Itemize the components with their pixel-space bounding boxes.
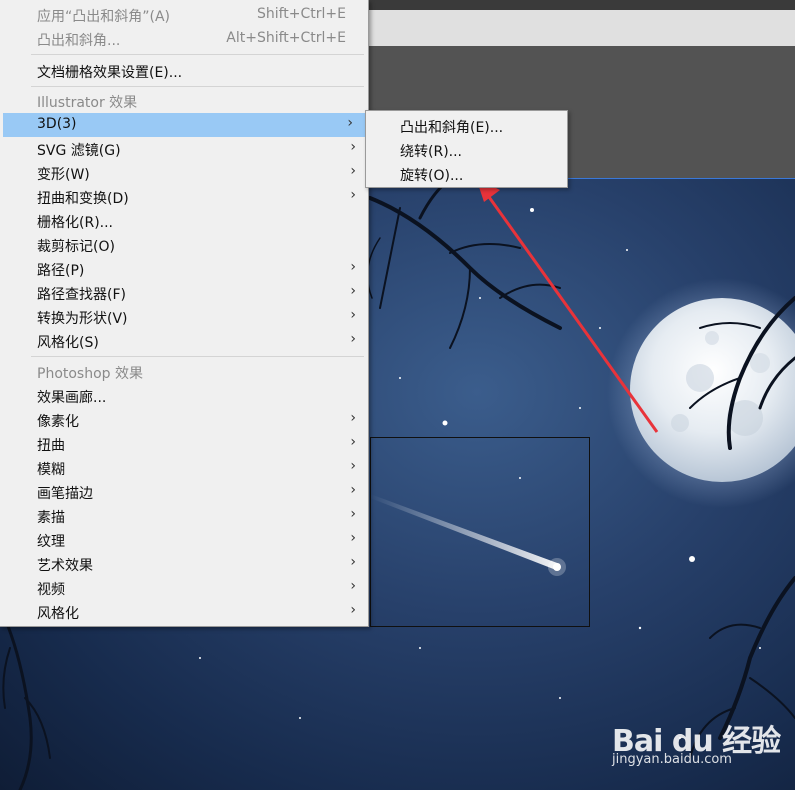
menu-item-label: 凸出和斜角... — [37, 33, 121, 49]
chevron-right-icon: › — [350, 139, 356, 155]
menu-section-header-illustrator: Illustrator 效果 — [0, 89, 368, 113]
menu-item-blur[interactable]: 模糊 › — [0, 456, 368, 480]
menu-item-label: 效果画廊... — [37, 390, 107, 406]
watermark-url: jingyan.baidu.com — [612, 752, 732, 767]
menu-item-distort-transform[interactable]: 扭曲和变换(D) › — [0, 185, 368, 209]
menu-separator — [31, 54, 364, 55]
menu-item-stylize-illustrator[interactable]: 风格化(S) › — [0, 329, 368, 353]
menu-item-svg-filters[interactable]: SVG 滤镜(G) › — [0, 137, 368, 161]
menu-item-shortcut: Alt+Shift+Ctrl+E — [226, 30, 346, 46]
menu-item-label: 转换为形状(V) — [37, 311, 128, 327]
menu-item-label: 裁剪标记(O) — [37, 239, 115, 255]
submenu-item-revolve[interactable]: 绕转(R)... — [366, 138, 567, 162]
menu-item-label: 凸出和斜角(E)... — [400, 120, 504, 136]
chevron-right-icon: › — [350, 602, 356, 618]
menu-separator — [31, 86, 364, 87]
menu-item-texture[interactable]: 纹理 › — [0, 528, 368, 552]
menu-item-label: 画笔描边 — [37, 486, 93, 502]
menu-item-label: 扭曲 — [37, 438, 65, 454]
menu-item-video[interactable]: 视频 › — [0, 576, 368, 600]
menu-item-stylize-photoshop[interactable]: 风格化 › — [0, 600, 368, 624]
effects-menu: 应用“凸出和斜角”(A) Shift+Ctrl+E 凸出和斜角... Alt+S… — [0, 0, 369, 627]
menu-item-artistic[interactable]: 艺术效果 › — [0, 552, 368, 576]
chevron-right-icon: › — [350, 578, 356, 594]
menu-item-shortcut: Shift+Ctrl+E — [256, 6, 346, 22]
chevron-right-icon: › — [350, 410, 356, 426]
menu-item-label: 模糊 — [37, 462, 65, 478]
menu-section-header-photoshop: Photoshop 效果 — [0, 360, 368, 384]
menu-item-label: SVG 滤镜(G) — [37, 143, 121, 159]
menu-separator — [31, 356, 364, 357]
menu-item-label: 路径(P) — [37, 263, 85, 279]
chevron-right-icon: › — [350, 283, 356, 299]
chevron-right-icon: › — [350, 530, 356, 546]
menu-item-label: 应用“凸出和斜角”(A) — [37, 9, 171, 25]
chevron-right-icon: › — [350, 458, 356, 474]
menu-item-label: 绕转(R)... — [400, 144, 463, 160]
menu-item-label: 艺术效果 — [37, 558, 93, 574]
menu-item-3d[interactable]: 3D(3) › — [3, 113, 365, 137]
section-header-label: Photoshop 效果 — [37, 366, 144, 382]
menu-item-label: 扭曲和变换(D) — [37, 191, 129, 207]
menu-item-label: 风格化(S) — [37, 335, 99, 351]
menu-item-label: 旋转(O)... — [400, 168, 464, 184]
menu-item-label: 风格化 — [37, 606, 79, 622]
menu-item-pathfinder[interactable]: 路径查找器(F) › — [0, 281, 368, 305]
menu-item-path[interactable]: 路径(P) › — [0, 257, 368, 281]
menu-item-label: 文档栅格效果设置(E)... — [37, 65, 183, 81]
chevron-right-icon: › — [350, 554, 356, 570]
menu-item-crop-marks[interactable]: 裁剪标记(O) — [0, 233, 368, 257]
chevron-right-icon: › — [350, 307, 356, 323]
menu-item-document-raster-settings[interactable]: 文档栅格效果设置(E)... — [0, 59, 368, 83]
section-header-label: Illustrator 效果 — [37, 95, 138, 111]
menu-item-label: 纹理 — [37, 534, 65, 550]
menu-item-extrude-bevel[interactable]: 凸出和斜角... Alt+Shift+Ctrl+E — [0, 27, 368, 51]
menu-item-distort[interactable]: 扭曲 › — [0, 432, 368, 456]
menu-item-label: 视频 — [37, 582, 65, 598]
menu-item-label: 路径查找器(F) — [37, 287, 126, 303]
menu-item-brush-strokes[interactable]: 画笔描边 › — [0, 480, 368, 504]
submenu-3d: 凸出和斜角(E)... 绕转(R)... 旋转(O)... — [365, 110, 568, 188]
chevron-right-icon: › — [347, 115, 353, 131]
menu-item-label: 栅格化(R)... — [37, 215, 114, 231]
submenu-item-extrude-bevel[interactable]: 凸出和斜角(E)... — [366, 114, 567, 138]
chevron-right-icon: › — [350, 187, 356, 203]
menu-item-warp[interactable]: 变形(W) › — [0, 161, 368, 185]
chevron-right-icon: › — [350, 482, 356, 498]
submenu-item-rotate[interactable]: 旋转(O)... — [366, 162, 567, 186]
baidu-watermark: Bai du 经验 jingyan.baidu.com — [612, 702, 792, 782]
chevron-right-icon: › — [350, 331, 356, 347]
menu-item-sketch[interactable]: 素描 › — [0, 504, 368, 528]
chevron-right-icon: › — [350, 259, 356, 275]
chevron-right-icon: › — [350, 506, 356, 522]
menu-item-apply-extrude-bevel[interactable]: 应用“凸出和斜角”(A) Shift+Ctrl+E — [0, 3, 368, 27]
menu-item-label: 变形(W) — [37, 167, 90, 183]
menu-item-label: 素描 — [37, 510, 65, 526]
menu-item-convert-to-shape[interactable]: 转换为形状(V) › — [0, 305, 368, 329]
menu-item-label: 像素化 — [37, 414, 79, 430]
menu-item-pixelate[interactable]: 像素化 › — [0, 408, 368, 432]
menu-item-label: 3D(3) — [37, 116, 77, 132]
menu-item-rasterize[interactable]: 栅格化(R)... — [0, 209, 368, 233]
menu-item-effect-gallery[interactable]: 效果画廊... — [0, 384, 368, 408]
chevron-right-icon: › — [350, 434, 356, 450]
chevron-right-icon: › — [350, 163, 356, 179]
